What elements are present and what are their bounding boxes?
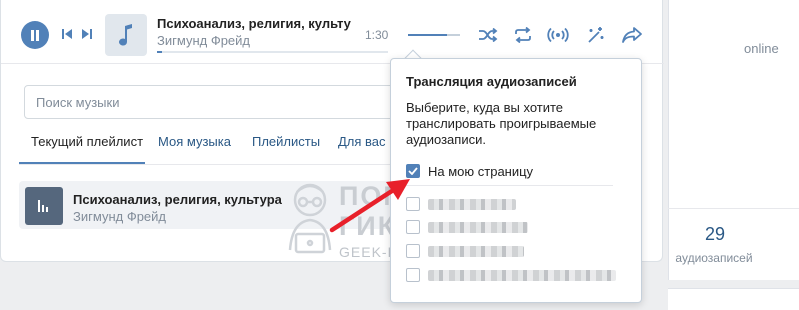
audio-count[interactable]: 29 [700, 224, 730, 245]
option-blurred[interactable] [406, 266, 616, 284]
repeat-button[interactable] [513, 26, 533, 44]
options-divider [406, 185, 613, 186]
blurred-label [428, 245, 524, 257]
pause-icon [31, 29, 39, 41]
blurred-label [428, 198, 516, 210]
online-status: online [744, 41, 779, 56]
share-icon [622, 27, 642, 43]
broadcast-icon [547, 27, 569, 43]
divider [668, 208, 799, 209]
previous-button[interactable] [61, 28, 73, 40]
track-row-cover[interactable] [25, 187, 63, 225]
tab-for-you[interactable]: Для вас [336, 134, 388, 149]
volume-slider[interactable] [408, 34, 460, 36]
checkbox[interactable] [406, 197, 420, 211]
option-my-page[interactable]: На мою страницу [406, 162, 616, 180]
option-blurred[interactable] [406, 195, 616, 213]
track-artist[interactable]: Зигмунд Фрейд [157, 33, 250, 48]
checkmark-icon [408, 167, 418, 175]
next-button[interactable] [80, 28, 92, 40]
recommendations-button[interactable] [586, 25, 606, 45]
next-icon [81, 29, 92, 39]
popup-title: Трансляция аудиозаписей [406, 74, 577, 89]
track-title[interactable]: Психоанализ, религия, культу [157, 16, 352, 31]
track-cover [105, 14, 147, 56]
tab-current-playlist[interactable]: Текущий плейлист [29, 134, 145, 149]
checkbox[interactable] [406, 244, 420, 258]
pause-button[interactable] [21, 21, 49, 49]
blurred-label [428, 269, 616, 281]
share-button[interactable] [621, 26, 643, 44]
repeat-icon [515, 27, 531, 43]
checkbox[interactable] [406, 220, 420, 234]
equalizer-icon [38, 200, 48, 212]
option-blurred[interactable] [406, 242, 616, 260]
broadcast-button[interactable] [546, 25, 570, 45]
profile-card-bottom [668, 288, 799, 310]
track-time[interactable]: 1:30 [365, 28, 388, 42]
profile-card [668, 0, 799, 280]
recommend-icon [588, 27, 604, 43]
progress-bar[interactable] [157, 51, 388, 53]
track-row-artist[interactable]: Зигмунд Фрейд [73, 209, 166, 224]
prev-icon [61, 29, 72, 39]
popup-description: Выберите, куда вы хотите транслировать п… [406, 100, 597, 147]
progress-fill [157, 51, 162, 53]
option-blurred[interactable] [406, 218, 616, 236]
tabs-divider [19, 164, 391, 165]
option-label: На мою страницу [428, 163, 534, 179]
blurred-label [428, 221, 528, 233]
volume-fill [408, 34, 447, 36]
broadcast-popup: Трансляция аудиозаписей Выберите, куда в… [390, 58, 642, 303]
tab-my-music[interactable]: Моя музыка [156, 134, 233, 149]
audio-player: Психоанализ, религия, культу Зигмунд Фре… [1, 0, 664, 64]
shuffle-icon [479, 28, 498, 42]
tab-playlists[interactable]: Плейлисты [250, 134, 322, 149]
watermark-geek-icon [288, 183, 332, 254]
checkbox-checked[interactable] [406, 164, 420, 178]
track-row-title[interactable]: Психоанализ, религия, культура [73, 192, 282, 207]
audio-count-label[interactable]: аудиозаписей [668, 251, 760, 265]
shuffle-button[interactable] [478, 27, 498, 43]
music-note-icon [119, 24, 132, 46]
checkbox[interactable] [406, 268, 420, 282]
